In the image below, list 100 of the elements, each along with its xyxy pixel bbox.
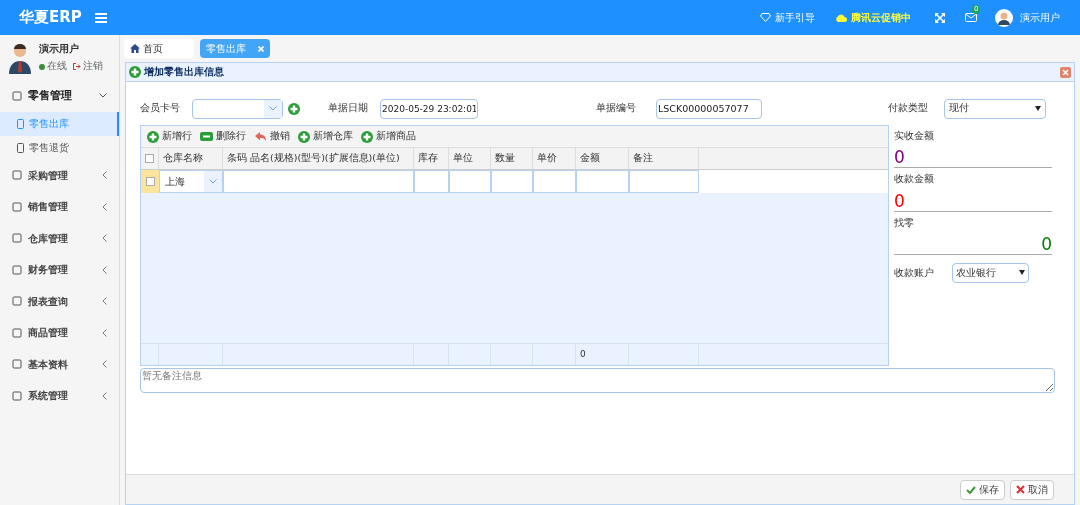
column-header: 金额 (576, 148, 629, 169)
chevron-left-icon (102, 391, 107, 400)
column-header: 单位 (449, 148, 491, 169)
submenu-item[interactable]: 零售退货 (0, 135, 119, 160)
sidebar-item[interactable]: 基本资料 (0, 348, 119, 380)
payment-type-select[interactable]: 现付 (944, 98, 1046, 119)
app-logo: 华夏ERP (19, 7, 83, 29)
summary-label: 找零 (894, 215, 915, 230)
amount-field: 0 (894, 143, 1052, 169)
sidebar-item[interactable]: 采购管理 (0, 159, 119, 191)
fullscreen-icon[interactable] (935, 12, 945, 23)
toolbar-button[interactable]: 新增行 (147, 129, 192, 144)
field-label: 会员卡号 (140, 101, 181, 116)
input-field[interactable] (533, 170, 576, 193)
account-select[interactable]: 农业银行 (952, 262, 1029, 283)
avatar-icon (8, 41, 32, 74)
summary-label: 收款金额 (894, 172, 935, 187)
logout-link[interactable]: 注销 (83, 59, 103, 74)
toolbar-button[interactable]: 删除行 (200, 129, 246, 144)
status-text: 在线 (47, 59, 67, 74)
sidebar-item[interactable]: 系统管理 (0, 380, 119, 412)
logout-icon (73, 63, 81, 70)
add-icon (147, 130, 159, 143)
menu-item-icon (12, 233, 22, 244)
column-header: 仓库名称 (159, 148, 223, 169)
summary-label: 实收金额 (894, 129, 935, 143)
chevron-down-icon (269, 106, 277, 111)
input-field[interactable] (414, 170, 449, 193)
chevron-down-icon (209, 179, 217, 184)
chevron-left-icon (102, 328, 107, 337)
input-field[interactable] (491, 170, 533, 193)
column-header: 库存 (414, 148, 449, 169)
chevron-down-icon (99, 93, 107, 99)
input-field[interactable] (576, 170, 629, 193)
sidebar-item[interactable]: 商品管理 (0, 317, 119, 349)
sidebar-item[interactable]: 销售管理 (0, 191, 119, 223)
sidebar-item[interactable]: 报表查询 (0, 285, 119, 317)
chevron-left-icon (102, 171, 107, 180)
menu-item-icon (12, 359, 22, 370)
input-field[interactable] (449, 170, 491, 193)
amount-field: 0 (894, 186, 1052, 212)
mail-icon[interactable] (965, 13, 977, 22)
menu-item-icon (12, 201, 22, 212)
menu-item-icon (12, 264, 22, 275)
remove-icon (200, 132, 213, 141)
add-icon (361, 130, 373, 143)
checkbox[interactable] (145, 177, 155, 186)
field-label: 单据日期 (328, 101, 369, 116)
user-name: 演示用户 (39, 42, 80, 57)
cloud-icon (835, 13, 847, 22)
sidebar-item[interactable]: 仓库管理 (0, 222, 119, 254)
remark-field[interactable]: 暂无备注信息 (140, 368, 1055, 393)
check-icon (966, 485, 976, 494)
toolbar-button[interactable]: 新增商品 (361, 129, 416, 144)
dropdown-icon (1019, 270, 1025, 276)
sidebar-item[interactable]: 财务管理 (0, 254, 119, 286)
document-number-field[interactable]: LSCK00000057077 (656, 98, 762, 119)
menu-item-icon (12, 327, 22, 338)
menu-icon[interactable] (95, 12, 107, 23)
total-amount: 0 (580, 347, 586, 361)
add-icon (129, 66, 141, 78)
date-field[interactable]: 2020-05-29 23:02:01 (380, 98, 478, 119)
toolbar-button[interactable]: 新增仓库 (298, 129, 353, 144)
menu-item-icon (12, 90, 22, 101)
checkbox[interactable] (145, 154, 154, 163)
page-icon (17, 142, 24, 153)
cancel-button[interactable]: 取消 (1010, 479, 1054, 500)
member-card-combo[interactable] (192, 98, 283, 119)
input-field[interactable] (223, 170, 414, 193)
menu-item-icon (12, 170, 22, 181)
panel-title: 增加零售出库信息 (144, 64, 225, 79)
field-label: 单据编号 (596, 101, 637, 116)
undo-icon (254, 131, 267, 142)
add-icon (298, 130, 310, 143)
tab[interactable]: 首页 (124, 39, 194, 58)
warehouse-combo[interactable]: 上海 (159, 170, 223, 193)
close-icon[interactable] (258, 45, 264, 52)
toolbar-button[interactable]: 撤销 (254, 129, 290, 144)
close-icon[interactable] (1060, 66, 1071, 78)
column-header: 单价 (533, 148, 576, 169)
column-header: 条码 品名(规格)(型号)(扩展信息)(单位) (223, 148, 414, 169)
diamond-icon (760, 13, 771, 22)
cross-icon (1016, 485, 1025, 494)
avatar-icon[interactable] (995, 8, 1013, 27)
chevron-left-icon (102, 360, 107, 369)
input-field[interactable] (629, 170, 699, 193)
field-label: 收款账户 (894, 265, 935, 280)
chevron-left-icon (102, 234, 107, 243)
save-button[interactable]: 保存 (960, 479, 1005, 500)
field-label: 付款类型 (888, 101, 929, 116)
menu-item-icon (12, 390, 22, 401)
home-icon (130, 44, 140, 53)
amount-field: 0 (894, 229, 1052, 255)
column-header: 备注 (629, 148, 699, 169)
dropdown-icon (1035, 106, 1041, 111)
sidebar-item[interactable]: 零售管理 (0, 80, 119, 112)
column-header: 数量 (491, 148, 533, 169)
menu-item-icon (12, 296, 22, 307)
chevron-left-icon (102, 202, 107, 211)
page-icon (17, 118, 24, 129)
